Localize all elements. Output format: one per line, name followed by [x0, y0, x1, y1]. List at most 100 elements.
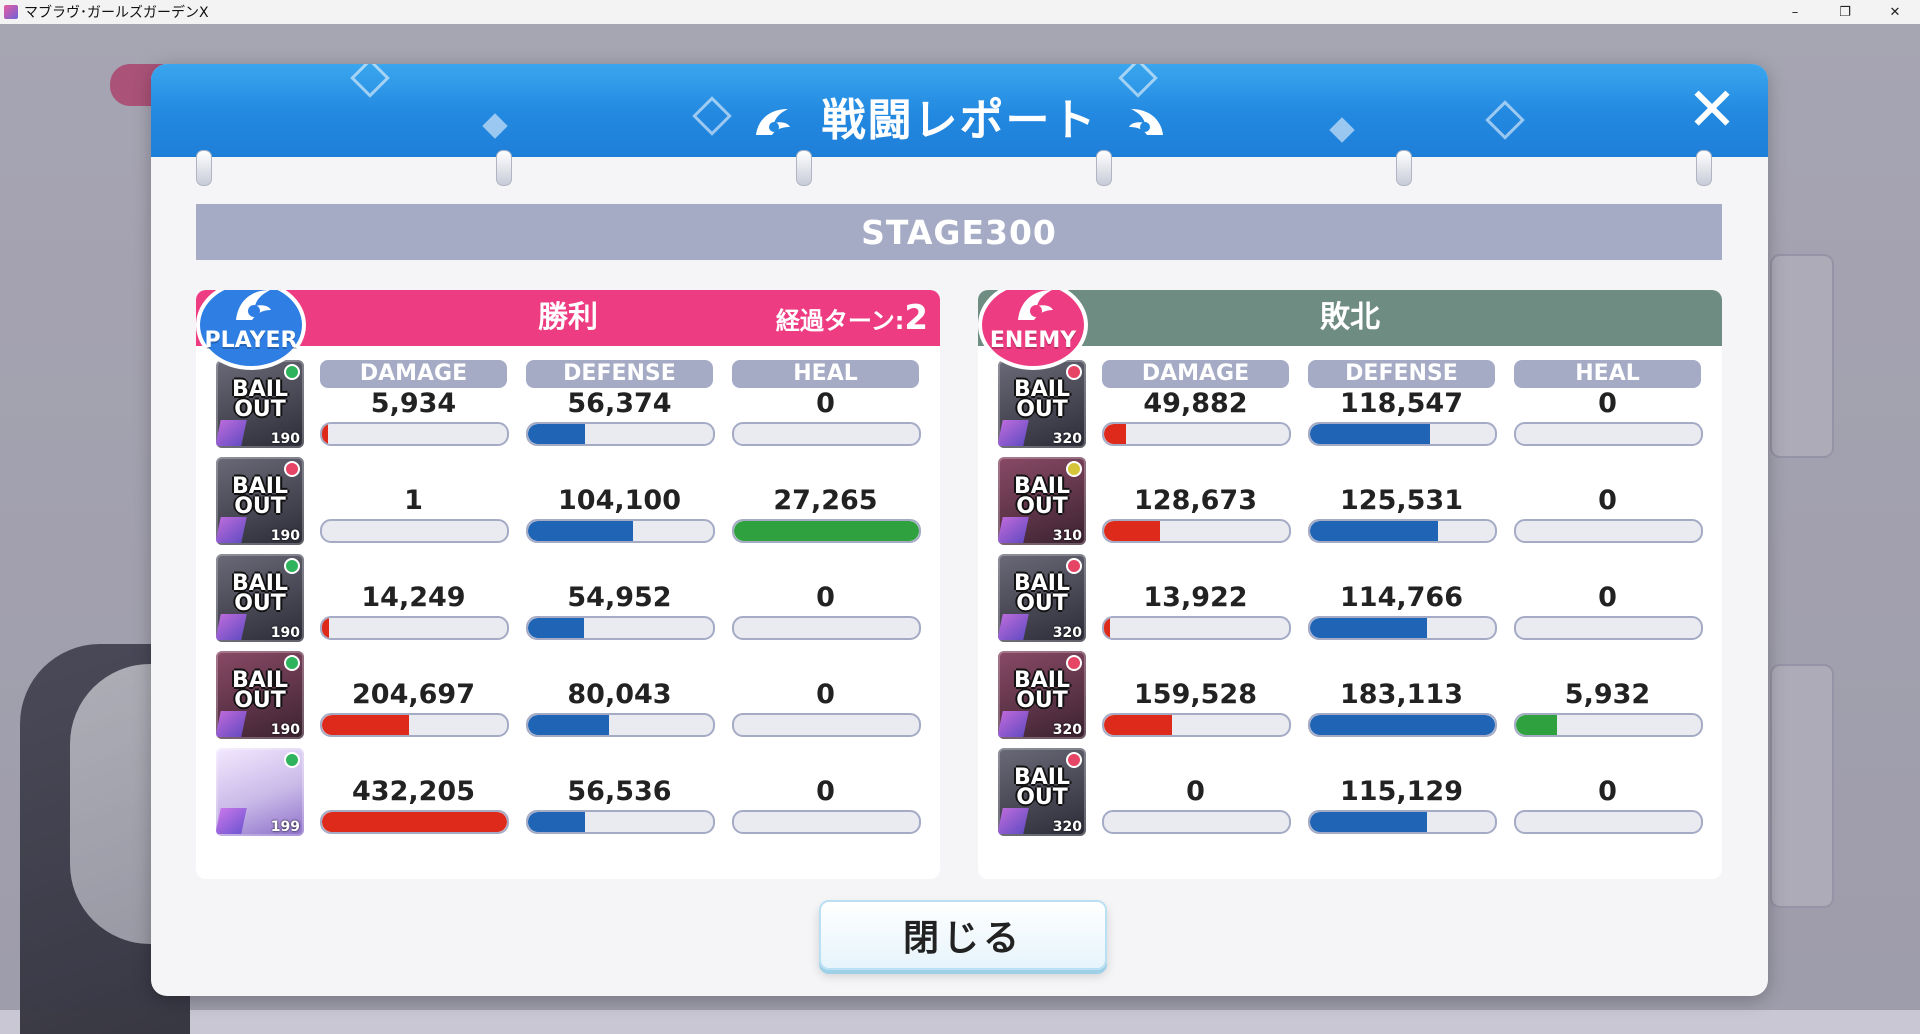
unit-level: 320: [1052, 431, 1082, 447]
damage-bar-fill: [322, 424, 328, 444]
heal-value: 0: [1598, 776, 1617, 807]
heal-value: 0: [816, 388, 835, 419]
unit-level: 190: [270, 431, 300, 447]
damage-bar-fill: [1104, 618, 1110, 638]
damage-bar-fill: [322, 618, 330, 638]
heal-value: 0: [816, 582, 835, 613]
damage-column-header: DAMAGE: [1102, 360, 1289, 388]
defense-bar: [526, 616, 715, 640]
defense-bar: [1308, 810, 1497, 834]
heal-value: 5,932: [1564, 679, 1651, 710]
unit-avatar[interactable]: BAIL OUT 320: [998, 651, 1086, 739]
heal-column-header: HEAL: [1514, 360, 1701, 388]
unit-level: 199: [270, 819, 300, 835]
defense-bar-fill: [1310, 424, 1431, 444]
player-unit-row: BAIL OUT 190 1 104,100 27,265: [196, 457, 940, 547]
unit-level: 190: [270, 528, 300, 544]
heal-value: 0: [1598, 485, 1617, 516]
damage-value: 14,249: [361, 582, 466, 613]
unit-avatar[interactable]: BAIL OUT 190: [216, 554, 304, 642]
unit-avatar[interactable]: BAIL OUT 190: [216, 457, 304, 545]
restore-button[interactable]: ❐: [1820, 0, 1870, 24]
dialog-header: 戦闘レポート ✕: [151, 64, 1768, 157]
defense-bar: [526, 810, 715, 834]
damage-value: 49,882: [1143, 388, 1248, 419]
damage-bar: [320, 810, 509, 834]
rarity-icon: [998, 808, 1029, 834]
unit-avatar[interactable]: BAIL OUT 310: [998, 457, 1086, 545]
minimize-button[interactable]: –: [1770, 0, 1820, 24]
player-unit-row: BAIL OUT 190 14,249 54,952 0: [196, 554, 940, 644]
player-unit-row: 199 432,205 56,536 0: [196, 748, 940, 838]
close-button[interactable]: 閉じる: [819, 900, 1107, 970]
pin-decoration: [1096, 150, 1112, 186]
damage-bar: [1102, 422, 1291, 446]
bail-out-label: BAIL OUT: [1014, 474, 1070, 519]
enemy-panel: 敗北 ENEMY BAIL OUT 320 DAMAGE 49,882 DEFENSE 1…: [978, 290, 1722, 879]
heal-bar: [732, 810, 921, 834]
heal-bar: [1514, 713, 1703, 737]
pin-decoration: [196, 150, 212, 186]
bail-out-label: BAIL OUT: [1014, 765, 1070, 810]
defense-column-header: DEFENSE: [526, 360, 713, 388]
player-badge: PLAYER: [196, 290, 310, 374]
defense-bar-fill: [528, 715, 610, 735]
defense-value: 56,374: [567, 388, 672, 419]
rarity-icon: [216, 808, 247, 834]
damage-bar-fill: [322, 715, 409, 735]
attribute-icon: [284, 752, 300, 768]
rarity-icon: [216, 517, 247, 543]
bail-out-label: BAIL OUT: [232, 668, 288, 713]
unit-avatar[interactable]: BAIL OUT 320: [998, 554, 1086, 642]
damage-bar: [1102, 713, 1291, 737]
wing-left-icon: [756, 109, 791, 135]
defense-bar: [526, 519, 715, 543]
window-titlebar: マブラヴ･ガールズガーデンX – ❐ ✕: [0, 0, 1920, 25]
bail-out-label: BAIL OUT: [1014, 377, 1070, 422]
unit-avatar[interactable]: 199: [216, 748, 304, 836]
damage-value: 204,697: [352, 679, 475, 710]
elapsed-turns-value: 2: [904, 298, 928, 338]
defense-bar-fill: [1310, 618, 1427, 638]
defense-bar: [526, 713, 715, 737]
pin-decoration: [496, 150, 512, 186]
heal-bar: [732, 713, 921, 737]
heal-value: 0: [1598, 582, 1617, 613]
pin-decoration: [1396, 150, 1412, 186]
unit-level: 190: [270, 625, 300, 641]
rarity-icon: [216, 711, 247, 737]
unit-level: 320: [1052, 625, 1082, 641]
damage-bar: [1102, 519, 1291, 543]
dialog-title-wrap: 戦闘レポート: [151, 84, 1768, 148]
bail-out-label: BAIL OUT: [232, 377, 288, 422]
close-icon[interactable]: ✕: [1684, 80, 1740, 140]
defense-value: 80,043: [567, 679, 672, 710]
heal-value: 0: [1598, 388, 1617, 419]
defense-value: 125,531: [1340, 485, 1463, 516]
enemy-unit-row: BAIL OUT 310 128,673 125,531 0: [978, 457, 1722, 547]
unit-avatar[interactable]: BAIL OUT 190: [216, 651, 304, 739]
unit-level: 320: [1052, 722, 1082, 738]
dialog-title: 戦闘レポート: [821, 95, 1098, 146]
rarity-icon: [216, 420, 247, 446]
defense-value: 54,952: [567, 582, 672, 613]
wing-right-icon: [1128, 109, 1163, 135]
window-close-button[interactable]: ✕: [1870, 0, 1920, 24]
window-title: マブラヴ･ガールズガーデンX: [24, 5, 209, 21]
damage-value: 128,673: [1134, 485, 1257, 516]
unit-avatar[interactable]: BAIL OUT 320: [998, 748, 1086, 836]
defense-value: 104,100: [558, 485, 681, 516]
pin-decoration: [796, 150, 812, 186]
rarity-icon: [998, 420, 1029, 446]
unit-level: 310: [1052, 528, 1082, 544]
heal-bar-fill: [1516, 715, 1557, 735]
heal-bar: [732, 422, 921, 446]
rarity-icon: [998, 614, 1029, 640]
heal-bar: [732, 519, 921, 543]
defense-bar-fill: [1310, 521, 1438, 541]
bail-out-label: BAIL OUT: [232, 474, 288, 519]
damage-bar: [320, 713, 509, 737]
player-panel: 勝利 経過ターン:2 PLAYER BAIL OUT 190 DAMAGE 5,934…: [196, 290, 940, 879]
defense-bar: [1308, 616, 1497, 640]
wing-icon: [1018, 290, 1053, 320]
